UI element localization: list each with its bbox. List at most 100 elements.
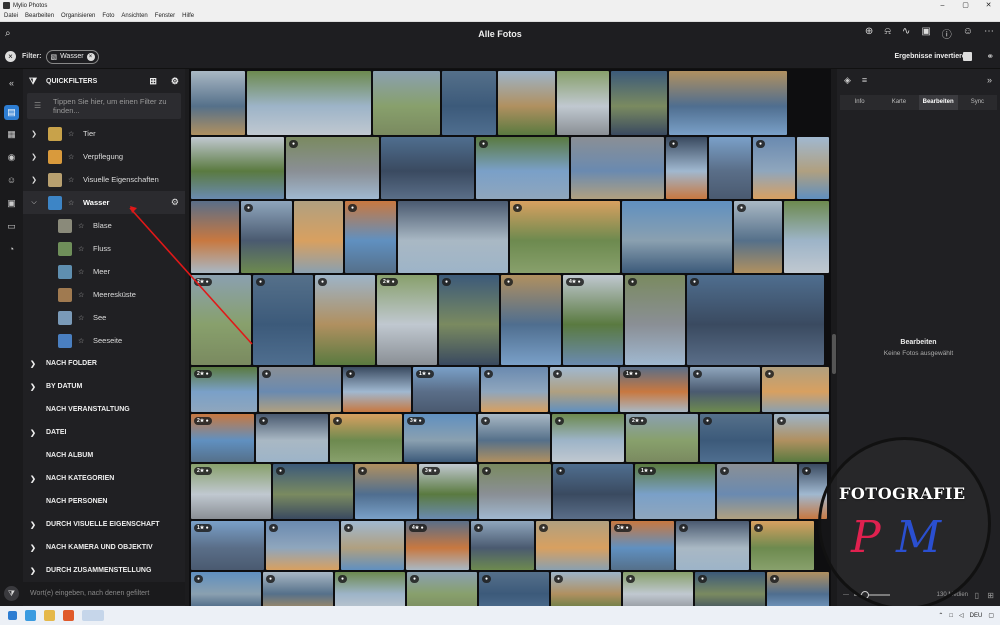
volume-icon[interactable]: ◁ <box>959 612 964 619</box>
chevron-right-icon[interactable]: ❯ <box>30 521 40 529</box>
photo-thumbnail[interactable]: ● <box>625 275 685 365</box>
photo-thumbnail[interactable]: 2★ ● <box>626 414 698 462</box>
photo-thumbnail[interactable]: ● <box>553 464 633 519</box>
photo-thumbnail[interactable]: ● <box>266 521 339 570</box>
pin-icon[interactable]: ☆ <box>78 222 88 230</box>
quickfilter-tier[interactable]: ❯ ☆ Tier <box>23 122 185 145</box>
photo-thumbnail[interactable]: ● <box>476 137 569 199</box>
pin-icon[interactable]: ☆ <box>78 245 88 253</box>
collapse-sidebar-icon[interactable]: « <box>4 76 19 91</box>
photo-thumbnail[interactable]: ● <box>687 275 824 365</box>
chevron-right-icon[interactable]: ❯ <box>30 544 40 552</box>
calendar-icon[interactable]: ▦ <box>4 127 19 142</box>
photo-thumbnail[interactable]: ● <box>695 572 765 606</box>
photo-thumbnail[interactable] <box>557 71 609 135</box>
tab-karte[interactable]: Karte <box>879 95 918 110</box>
photo-thumbnail[interactable]: ● <box>717 464 797 519</box>
more-icon[interactable]: ⋯ <box>984 26 994 41</box>
chevron-right-icon[interactable]: ❯ <box>29 153 39 161</box>
photo-thumbnail[interactable]: ● <box>734 201 782 273</box>
photo-thumbnail[interactable]: 2★ ● <box>191 464 271 519</box>
help-icon[interactable]: ⓘ <box>942 26 952 41</box>
photo-thumbnail[interactable] <box>498 71 555 135</box>
photo-thumbnail[interactable]: ● <box>241 201 292 273</box>
photo-thumbnail[interactable] <box>622 201 732 273</box>
expand-panel-icon[interactable]: » <box>987 75 992 85</box>
section-nach-personen[interactable]: NACH PERSONEN <box>23 490 185 513</box>
photo-thumbnail[interactable]: ● <box>690 367 760 412</box>
photo-thumbnail[interactable]: ● <box>256 414 328 462</box>
filter-chip[interactable]: ▧ Wasser × <box>46 49 99 64</box>
photo-thumbnail[interactable]: ● <box>315 275 375 365</box>
tab-info[interactable]: Info <box>840 95 879 110</box>
menu-foto[interactable]: Foto <box>102 13 114 19</box>
photo-thumbnail[interactable]: ● <box>753 137 795 199</box>
network-icon[interactable]: □ <box>949 613 953 619</box>
quickfilter-wasser[interactable]: ⌵ ☆ Wasser ⚙ <box>23 191 185 214</box>
filter-words-input[interactable]: Wort(e) eingeben, nach denen gefiltert <box>30 590 149 597</box>
language-indicator[interactable]: DEU <box>970 613 983 619</box>
menu-organisieren[interactable]: Organisieren <box>61 13 95 19</box>
section-kamera-objektiv[interactable]: ❯ NACH KAMERA UND OBJEKTIV <box>23 536 185 559</box>
export-icon[interactable]: ⊞ <box>987 591 994 600</box>
photo-thumbnail[interactable]: 2★ ● <box>191 414 254 462</box>
pin-icon[interactable]: ☆ <box>68 130 78 138</box>
photo-thumbnail[interactable]: 2★ ● <box>377 275 437 365</box>
menu-datei[interactable]: Datei <box>4 13 18 19</box>
dashboard-icon[interactable]: ◔ <box>4 242 19 257</box>
pin-icon[interactable]: ☆ <box>78 337 88 345</box>
chevron-right-icon[interactable]: ❯ <box>29 130 39 138</box>
photo-thumbnail[interactable]: ● <box>676 521 749 570</box>
notification-icon[interactable]: ▢ <box>988 612 994 619</box>
chevron-right-icon[interactable]: ❯ <box>30 383 40 391</box>
photo-thumbnail[interactable]: ● <box>479 572 549 606</box>
quickfilter-see[interactable]: ☆ See <box>23 306 185 329</box>
gear-icon[interactable]: ⚙ <box>171 197 179 208</box>
photo-thumbnail[interactable]: ● <box>479 464 551 519</box>
scrollbar-thumb[interactable] <box>832 334 836 374</box>
section-nach-kategorien[interactable]: ❯ NACH KATEGORIEN <box>23 467 185 490</box>
photo-thumbnail[interactable]: ● <box>343 367 411 412</box>
histogram-icon[interactable]: ≡ <box>862 75 867 85</box>
filter-search-input[interactable]: ☰ Tippen Sie hier, um einen Filter zu fi… <box>27 93 181 119</box>
minimize-button[interactable]: – <box>931 0 954 11</box>
photo-thumbnail[interactable]: 1★ ● <box>191 521 264 570</box>
pin-icon[interactable]: ☆ <box>68 153 78 161</box>
photo-thumbnail[interactable] <box>571 137 664 199</box>
photo-thumbnail[interactable]: ● <box>536 521 609 570</box>
pin-icon[interactable]: ☆ <box>78 291 88 299</box>
photo-thumbnail[interactable]: ● <box>259 367 341 412</box>
section-nach-folder[interactable]: ❯ NACH FOLDER <box>23 352 185 375</box>
photo-thumbnail[interactable]: ● <box>767 572 829 606</box>
quickfilter-meereskueste[interactable]: ☆ Meeresküste <box>23 283 185 306</box>
photo-thumbnail[interactable]: ● <box>335 572 405 606</box>
folder-icon[interactable]: ▭ <box>4 219 19 234</box>
chevron-down-icon[interactable]: ⌵ <box>29 199 39 207</box>
add-icon[interactable]: ⊕ <box>865 26 873 41</box>
photo-thumbnail[interactable]: ● <box>330 414 402 462</box>
photo-thumbnail[interactable]: ● <box>345 201 396 273</box>
tab-bearbeiten[interactable]: Bearbeiten <box>918 95 958 110</box>
photo-thumbnail[interactable]: 2★ ● <box>191 367 257 412</box>
photo-thumbnail[interactable]: ● <box>550 367 618 412</box>
chevron-right-icon[interactable]: ❯ <box>30 429 40 437</box>
photo-thumbnail[interactable]: ● <box>355 464 417 519</box>
tab-sync[interactable]: Sync <box>958 95 997 110</box>
quickfilter-visuelle-eigenschaften[interactable]: ❯ ☆ Visuelle Eigenschaften <box>23 168 185 191</box>
quickfilter-fluss[interactable]: ☆ Fluss <box>23 237 185 260</box>
chevron-up-icon[interactable]: ⌃ <box>938 612 943 619</box>
close-window-button[interactable]: ✕ <box>977 0 1000 11</box>
quickfilter-verpflegung[interactable]: ❯ ☆ Verpflegung <box>23 145 185 168</box>
photo-thumbnail[interactable]: ● <box>341 521 404 570</box>
edge-icon[interactable] <box>25 610 36 621</box>
funnel-icon[interactable]: ⧩ <box>4 586 19 601</box>
photo-thumbnail[interactable] <box>294 201 343 273</box>
photo-thumbnail[interactable]: ● <box>510 201 620 273</box>
brave-icon[interactable] <box>63 610 74 621</box>
photo-thumbnail[interactable]: ● <box>407 572 477 606</box>
photo-grid[interactable]: ● ● ● ● ● ● ● ● 2★ ● ● ● 2★ ● ● ● 4★ ● ● ● 2★ ● ● ● 1★ ● ● ● 1★… <box>189 69 831 606</box>
quickfilter-blase[interactable]: ☆ Blase <box>23 214 185 237</box>
photo-thumbnail[interactable] <box>709 137 751 199</box>
photo-thumbnail[interactable] <box>669 71 787 135</box>
section-by-datum[interactable]: ❯ BY DATUM <box>23 375 185 398</box>
